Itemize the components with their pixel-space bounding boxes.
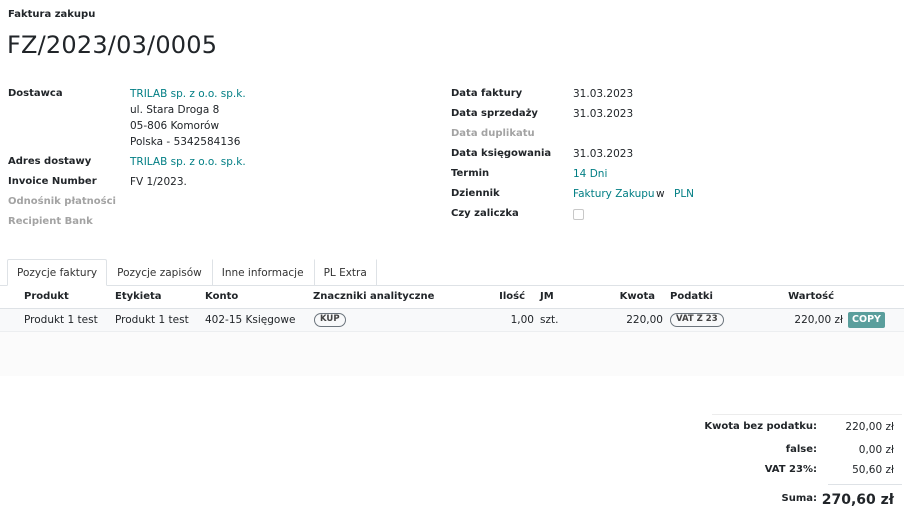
totals-summary: Kwota bez podatku: 220,00 zł false: 0,00… xyxy=(704,414,902,514)
cell-subtotal: 220,00 zł xyxy=(794,314,843,326)
cell-quantity[interactable]: 1,00 xyxy=(511,314,534,326)
supplier-link[interactable]: TRILAB sp. z o.o. sp.k. xyxy=(130,88,246,100)
cell-uom[interactable]: szt. xyxy=(540,314,558,326)
untaxed-amount-value: 220,00 zł xyxy=(845,421,894,433)
column-analytic[interactable]: Znaczniki analityczne xyxy=(313,291,434,302)
column-uom[interactable]: JM xyxy=(540,291,554,302)
column-subtotal[interactable]: Wartość xyxy=(788,291,834,302)
tab-invoice-lines[interactable]: Pozycje faktury xyxy=(7,259,108,286)
sale-date-field[interactable]: 31.03.2023 xyxy=(573,108,633,120)
journal-label: Dziennik xyxy=(451,188,500,199)
column-product[interactable]: Produkt xyxy=(24,291,69,302)
copy-line-button[interactable]: COPY xyxy=(848,312,885,328)
recipient-bank-label: Recipient Bank xyxy=(8,216,93,227)
total-separator xyxy=(828,484,902,485)
payment-reference-label: Odnośnik płatności xyxy=(8,196,116,207)
supplier-address-city: 05-806 Komorów xyxy=(130,120,220,132)
tab-journal-items[interactable]: Pozycje zapisów xyxy=(107,259,212,286)
vat-value: 50,60 zł xyxy=(852,464,894,476)
journal-in-text: w xyxy=(656,188,665,200)
cell-product[interactable]: Produkt 1 test xyxy=(24,314,98,326)
total-label: Suma: xyxy=(781,493,818,504)
delivery-address-label: Adres dostawy xyxy=(8,156,92,167)
payment-term-label: Termin xyxy=(451,168,490,179)
advance-label: Czy zaliczka xyxy=(451,208,519,219)
sale-date-label: Data sprzedaży xyxy=(451,108,538,119)
false-tax-value: 0,00 zł xyxy=(858,444,894,456)
cell-label[interactable]: Produkt 1 test xyxy=(115,314,189,326)
invoice-date-label: Data faktury xyxy=(451,88,523,99)
currency-link[interactable]: PLN xyxy=(674,188,694,200)
invoice-lines-header: Produkt Etykieta Konto Znaczniki anality… xyxy=(0,286,904,309)
supplier-address-country: Polska - 5342584136 xyxy=(130,136,241,148)
analytic-tag-badge: KUP xyxy=(314,313,346,327)
document-type-label: Faktura zakupu xyxy=(8,9,96,20)
delivery-address-link[interactable]: TRILAB sp. z o.o. sp.k. xyxy=(130,156,246,168)
accounting-date-label: Data księgowania xyxy=(451,148,552,159)
invoice-number-label: Invoice Number xyxy=(8,176,97,187)
column-quantity[interactable]: Ilość xyxy=(499,291,525,302)
untaxed-amount-label: Kwota bez podatku: xyxy=(704,421,817,432)
total-value: 270,60 zł xyxy=(821,492,894,508)
cell-account[interactable]: 402-15 Księgowe xyxy=(205,314,295,326)
advance-checkbox[interactable] xyxy=(573,209,584,220)
column-price[interactable]: Kwota xyxy=(620,291,655,302)
column-label[interactable]: Etykieta xyxy=(115,291,162,302)
table-row[interactable]: Produkt 1 test Produkt 1 test 402-15 Ksi… xyxy=(0,309,904,332)
supplier-address-street: ul. Stara Droga 8 xyxy=(130,104,220,116)
invoice-date-field[interactable]: 31.03.2023 xyxy=(573,88,633,100)
payment-term-link[interactable]: 14 Dni xyxy=(573,168,607,180)
add-line-area[interactable] xyxy=(0,332,904,376)
tax-tag-badge: VAT Z 23 xyxy=(670,313,724,327)
column-taxes[interactable]: Podatki xyxy=(670,291,713,302)
false-tax-label: false: xyxy=(785,444,817,455)
vat-label: VAT 23%: xyxy=(764,464,817,475)
invoice-number-field[interactable]: FV 1/2023. xyxy=(130,176,187,188)
column-account[interactable]: Konto xyxy=(205,291,238,302)
supplier-label: Dostawca xyxy=(8,88,63,99)
cell-price[interactable]: 220,00 xyxy=(626,314,663,326)
duplicate-date-label: Data duplikatu xyxy=(451,128,535,139)
journal-link[interactable]: Faktury Zakupu xyxy=(573,188,655,200)
tab-pl-extra[interactable]: PL Extra xyxy=(313,259,377,286)
document-number: FZ/2023/03/0005 xyxy=(7,31,218,59)
notebook-tabs: Pozycje faktury Pozycje zapisów Inne inf… xyxy=(7,259,377,286)
tab-other-info[interactable]: Inne informacje xyxy=(211,259,314,286)
accounting-date-field[interactable]: 31.03.2023 xyxy=(573,148,633,160)
